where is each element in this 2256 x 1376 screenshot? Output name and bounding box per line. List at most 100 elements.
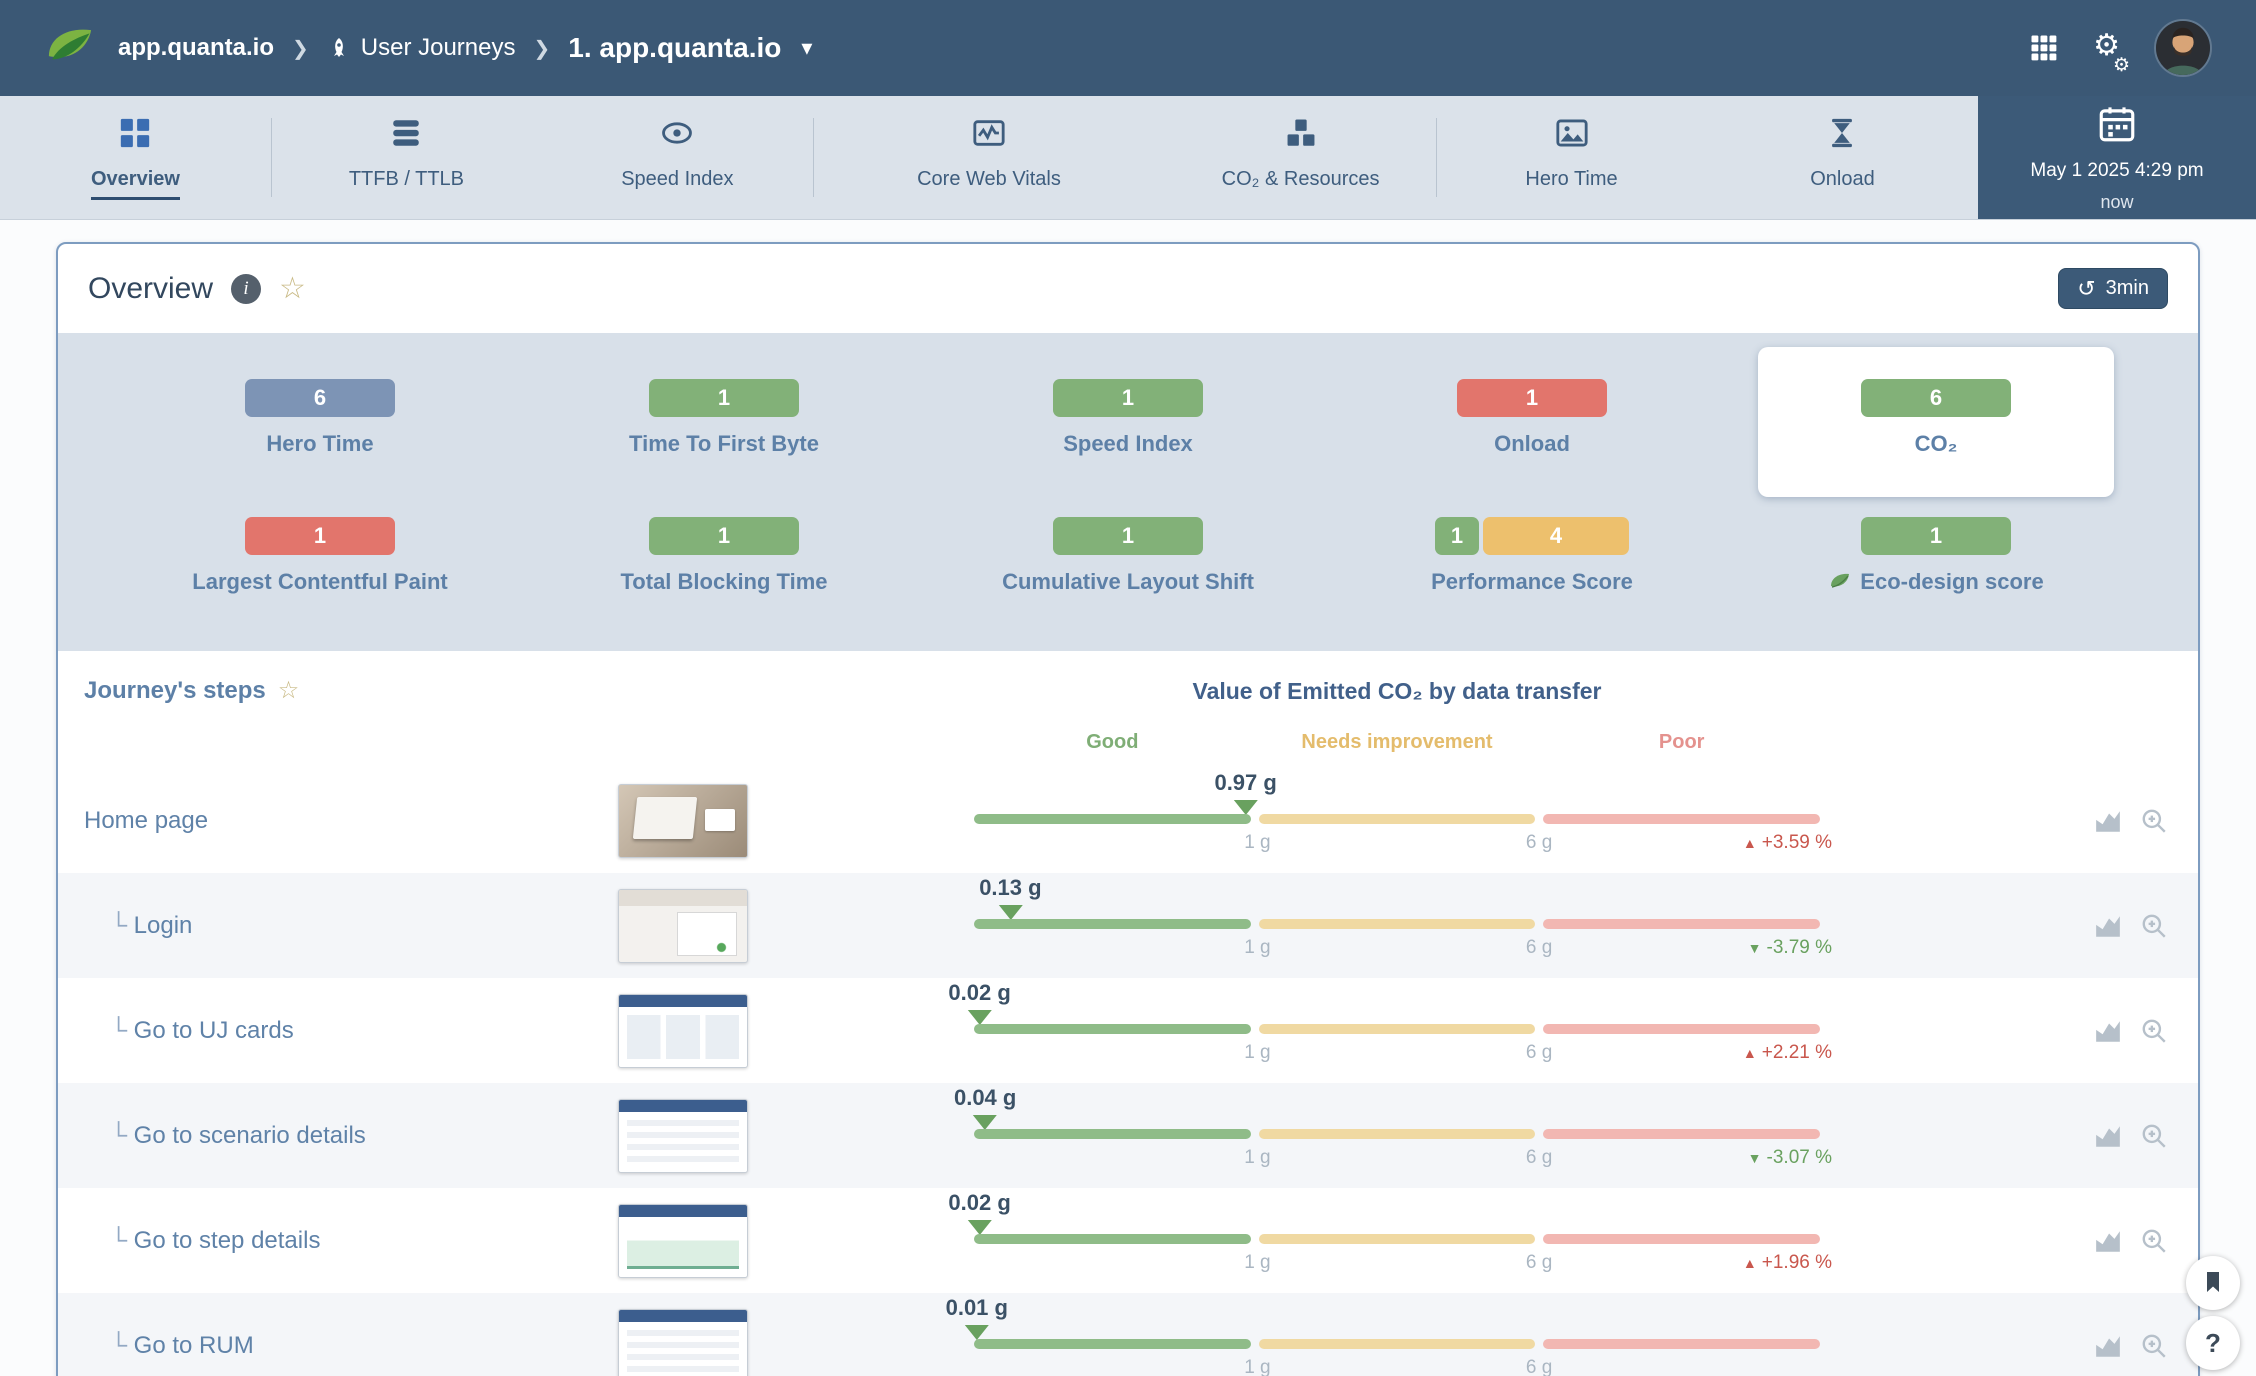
tab-overview[interactable]: Overview — [0, 96, 271, 219]
chevron-down-icon[interactable]: ▾ — [801, 35, 812, 61]
metric-lcp[interactable]: 1 Largest Contentful Paint — [118, 517, 522, 595]
co2-scale-bar — [974, 814, 1820, 824]
help-button[interactable]: ? — [2186, 1316, 2240, 1370]
step-chart-button[interactable] — [2094, 1227, 2122, 1255]
metric-tbt[interactable]: 1 Total Blocking Time — [522, 517, 926, 595]
scale-6g-label: 6 g — [1526, 1147, 1552, 1169]
refresh-icon: ↺ — [2077, 278, 2095, 300]
histogram-icon — [2094, 928, 2122, 943]
step-thumbnail[interactable] — [618, 1309, 748, 1376]
metric-eco-design-score[interactable]: 1 Eco-design score — [1734, 517, 2138, 595]
breadcrumb-site[interactable]: app.quanta.io — [118, 34, 274, 62]
co2-marker: 0.02 g — [948, 978, 1010, 1025]
tab-speed-index[interactable]: Speed Index — [542, 96, 813, 219]
scale-1g-label: 1 g — [1244, 1147, 1270, 1169]
step-chart-button[interactable] — [2094, 912, 2122, 940]
breadcrumb-page-dropdown[interactable]: 1. app.quanta.io — [568, 32, 781, 64]
magnifier-plus-icon — [2140, 1033, 2168, 1048]
histogram-icon — [2094, 1348, 2122, 1363]
metric-performance-score[interactable]: 1 4 Performance Score — [1330, 517, 1734, 595]
metric-onload[interactable]: 1 Onload — [1330, 379, 1734, 457]
avatar[interactable] — [2154, 19, 2212, 77]
tabs: Overview TTFB / TTLB Speed Index Core We… — [0, 96, 1978, 219]
overview-card-header: Overview i ☆ ↺ 3min — [58, 244, 2198, 333]
co2-bar: 0.01 g 1 g 6 g — [974, 1293, 1820, 1376]
chevron-right-icon: ❯ — [534, 36, 551, 61]
step-name[interactable]: Login — [84, 912, 192, 940]
breadcrumb: app.quanta.io ❯ User Journeys ❯ 1. app.q… — [118, 32, 812, 64]
metric-speed-index[interactable]: 1 Speed Index — [926, 379, 1330, 457]
histogram-icon — [2094, 1243, 2122, 1258]
marker-triangle-icon — [968, 1220, 992, 1235]
step-zoom-button[interactable] — [2140, 1122, 2168, 1150]
metric-label: Largest Contentful Paint — [192, 569, 447, 595]
metric-cls[interactable]: 1 Cumulative Layout Shift — [926, 517, 1330, 595]
step-zoom-button[interactable] — [2140, 1332, 2168, 1360]
co2-scale-bar — [974, 1339, 1820, 1349]
step-name[interactable]: Go to scenario details — [84, 1122, 366, 1150]
step-name[interactable]: Go to UJ cards — [84, 1017, 294, 1045]
date-range-picker[interactable]: May 1 2025 4:29 pm now — [1978, 96, 2256, 219]
journey-step-row: Login 0.13 g 1 g 6 g -3.79 % — [58, 873, 2198, 978]
tab-core-web-vitals[interactable]: Core Web Vitals — [813, 96, 1165, 219]
magnifier-plus-icon — [2140, 823, 2168, 838]
step-thumbnail[interactable] — [618, 994, 748, 1068]
co2-marker: 0.97 g — [1214, 768, 1276, 815]
metric-badge-pair: 1 4 — [1435, 517, 1629, 555]
tab-co2-resources[interactable]: CO₂ & Resources — [1165, 96, 1436, 219]
step-thumbnail[interactable] — [618, 889, 748, 963]
scale-6g-label: 6 g — [1526, 832, 1552, 854]
step-chart-button[interactable] — [2094, 1017, 2122, 1045]
step-chart-button[interactable] — [2094, 1122, 2122, 1150]
step-zoom-button[interactable] — [2140, 912, 2168, 940]
apps-grid-button[interactable] — [2029, 33, 2059, 63]
scale-1g-label: 1 g — [1244, 1252, 1270, 1274]
step-zoom-button[interactable] — [2140, 1017, 2168, 1045]
step-zoom-button[interactable] — [2140, 807, 2168, 835]
step-chart-button[interactable] — [2094, 807, 2122, 835]
refresh-interval-button[interactable]: ↺ 3min — [2058, 268, 2168, 309]
metric-badge: 1 — [245, 517, 395, 555]
metric-co2-selected[interactable]: 6 CO₂ — [1758, 347, 2114, 497]
metric-hero-time[interactable]: 6 Hero Time — [118, 379, 522, 457]
date-range-value: May 1 2025 4:29 pm — [2030, 160, 2203, 182]
step-name[interactable]: Go to RUM — [84, 1332, 254, 1360]
step-thumbnail[interactable] — [618, 1204, 748, 1278]
histogram-icon — [2094, 1033, 2122, 1048]
scale-6g-label: 6 g — [1526, 1042, 1552, 1064]
favorite-star-icon[interactable]: ☆ — [279, 274, 306, 304]
tab-hero-time[interactable]: Hero Time — [1436, 96, 1707, 219]
metric-ttfb[interactable]: 1 Time To First Byte — [522, 379, 926, 457]
marker-triangle-icon — [973, 1115, 997, 1130]
step-thumbnail[interactable] — [618, 784, 748, 858]
metric-badge: 6 — [1861, 379, 2011, 417]
step-chart-button[interactable] — [2094, 1332, 2122, 1360]
co2-value: 0.04 g — [954, 1085, 1016, 1111]
navbar-actions: ⚙⚙ — [2029, 19, 2212, 77]
breadcrumb-section[interactable]: User Journeys — [361, 34, 516, 62]
leaf-icon — [1828, 570, 1852, 594]
step-thumbnail[interactable] — [618, 1099, 748, 1173]
scale-1g-label: 1 g — [1244, 1042, 1270, 1064]
histogram-icon — [2094, 823, 2122, 838]
magnifier-plus-icon — [2140, 928, 2168, 943]
marker-triangle-icon — [968, 1010, 992, 1025]
co2-value: 0.01 g — [946, 1295, 1008, 1321]
info-icon[interactable]: i — [231, 274, 261, 304]
metric-label: Time To First Byte — [629, 431, 819, 457]
journey-steps-title: Journey's steps — [84, 677, 266, 705]
settings-button[interactable]: ⚙⚙ — [2093, 46, 2120, 51]
step-name[interactable]: Go to step details — [84, 1227, 320, 1255]
tab-ttfb-ttlb[interactable]: TTFB / TTLB — [271, 96, 542, 219]
legend-poor: Poor — [1543, 731, 1820, 754]
co2-marker: 0.04 g — [954, 1083, 1016, 1130]
bookmark-button[interactable] — [2186, 1256, 2240, 1310]
quanta-leaf-logo-icon[interactable] — [44, 22, 96, 74]
journey-step-row: Home page 0.97 g 1 g 6 g +3.59 % — [58, 768, 2198, 873]
marker-triangle-icon — [965, 1325, 989, 1340]
co2-scale-bar — [974, 1129, 1820, 1139]
step-zoom-button[interactable] — [2140, 1227, 2168, 1255]
tab-onload[interactable]: Onload — [1707, 96, 1978, 219]
step-name[interactable]: Home page — [84, 807, 208, 835]
favorite-star-icon[interactable]: ☆ — [278, 679, 300, 703]
